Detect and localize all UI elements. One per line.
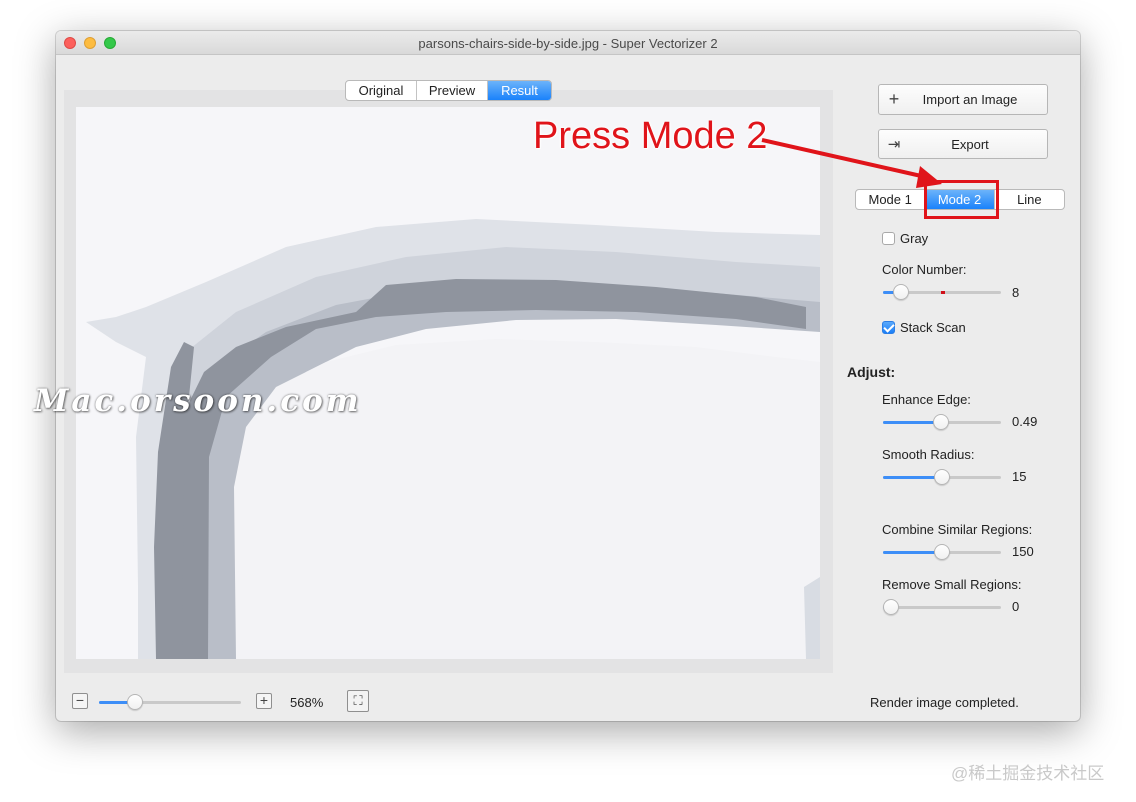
tab-preview[interactable]: Preview [417,81,488,100]
color-number-value: 8 [1012,285,1020,300]
credit-text: @稀土掘金技术社区 [951,764,1105,783]
annotation-highlight-box [924,180,999,219]
stack-scan-label: Stack Scan [900,320,966,335]
annotation-label: Press Mode 2 [533,115,768,157]
smooth-radius-knob[interactable] [934,469,950,485]
plus-icon: + [259,692,269,708]
zoom-in-button[interactable]: + [256,693,272,709]
plus-icon: + [888,89,900,109]
import-image-button[interactable]: + Import an Image [878,84,1048,115]
smooth-radius-slider[interactable] [883,469,1001,485]
fit-to-window-button[interactable]: ⛶ [347,690,369,712]
combine-similar-label: Combine Similar Regions: [882,522,1033,537]
enhance-edge-knob[interactable] [932,414,949,430]
status-text: Render image completed. [870,695,1019,710]
minus-icon: − [75,692,85,708]
remove-small-value: 0 [1012,599,1020,614]
color-number-slider[interactable] [883,284,1001,300]
title-bar: parsons-chairs-side-by-side.jpg - Super … [56,31,1080,55]
adjust-heading: Adjust: [847,364,896,380]
gray-checkbox[interactable] [882,232,895,245]
smooth-radius-label: Smooth Radius: [882,447,975,462]
smooth-radius-value: 15 [1012,469,1027,484]
color-number-knob[interactable] [892,284,909,300]
enhance-edge-value: 0.49 [1012,414,1038,429]
enhance-edge-slider[interactable] [883,414,1001,430]
tab-result[interactable]: Result [488,81,551,100]
view-tabs: Original Preview Result [345,80,552,101]
fullscreen-icon: ⛶ [353,693,363,708]
combine-similar-value: 150 [1012,544,1034,559]
stack-scan-checkbox[interactable] [882,321,895,334]
zoom-level: 568% [290,695,324,710]
remove-small-slider[interactable] [883,599,1001,615]
watermark: Mac.orsoon.com [34,383,362,419]
combine-similar-slider[interactable] [883,544,1001,560]
enhance-edge-label: Enhance Edge: [882,392,971,407]
tab-line[interactable]: Line [995,190,1064,209]
chair-right-shadow [804,577,820,659]
zoom-slider[interactable] [99,694,241,710]
remove-small-label: Remove Small Regions: [882,577,1022,592]
gray-label: Gray [900,231,929,246]
color-number-label: Color Number: [882,262,967,277]
combine-similar-knob[interactable] [934,544,950,560]
tick-marker [941,291,945,294]
remove-small-knob[interactable] [883,599,899,615]
window-title: parsons-chairs-side-by-side.jpg - Super … [418,36,718,51]
zoom-out-button[interactable]: − [72,693,88,709]
zoom-knob[interactable] [126,694,143,710]
tab-original[interactable]: Original [346,81,417,100]
import-image-label: Import an Image [922,92,1018,107]
